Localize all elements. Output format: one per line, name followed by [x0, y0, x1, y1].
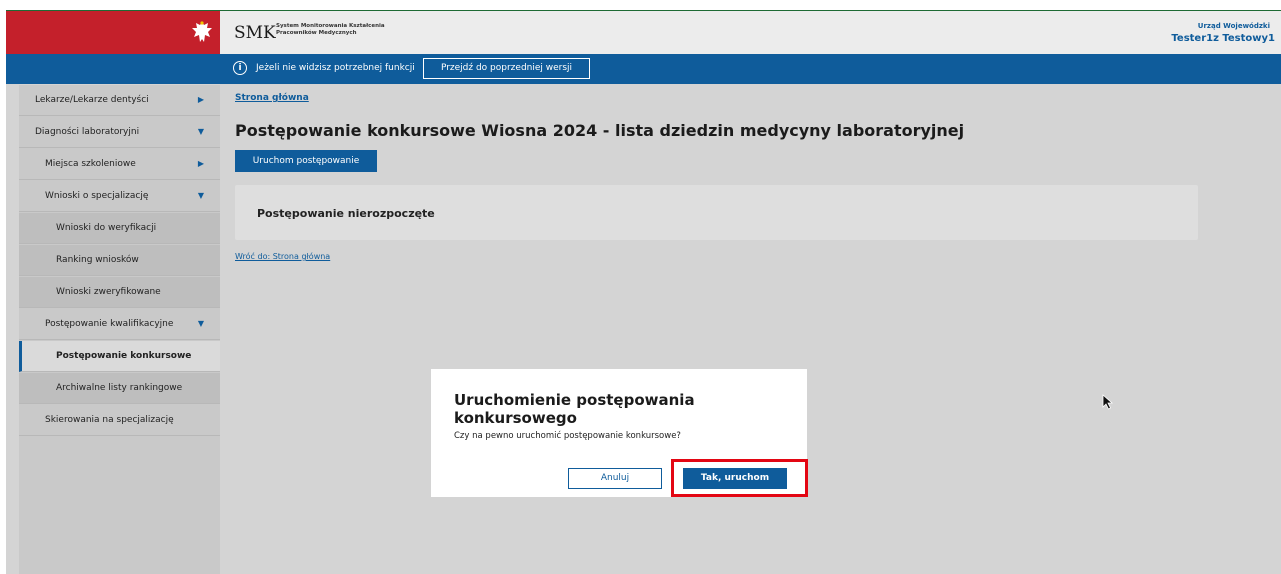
- app-frame: SMK System Monitorowania Kształcenia Pra…: [6, 10, 1281, 574]
- user-name[interactable]: Tester1z Testowy1: [1171, 33, 1275, 44]
- sidebar: Lekarze/Lekarze dentyści ▶ Diagności lab…: [19, 85, 220, 574]
- info-bar: i Jeżeli nie widzisz potrzebnej funkcji …: [6, 54, 1281, 84]
- sidebar-item-kwalifikacyjne[interactable]: Postępowanie kwalifikacyjne ▼: [19, 309, 220, 340]
- chevron-right-icon: ▶: [197, 95, 204, 104]
- sidebar-item-wnioski-do-weryfikacji[interactable]: Wnioski do weryfikacji: [19, 213, 220, 244]
- sidebar-item-skierowania[interactable]: Skierowania na specjalizację: [19, 405, 220, 436]
- status-panel: Postępowanie nierozpoczęte: [235, 185, 1198, 240]
- panel-title: Postępowanie nierozpoczęte: [257, 207, 435, 220]
- sidebar-item-konkursowe[interactable]: Postępowanie konkursowe: [19, 341, 220, 372]
- sidebar-item-ranking[interactable]: Ranking wniosków: [19, 245, 220, 276]
- dialog-text: Czy na pewno uruchomić postępowanie konk…: [454, 431, 681, 441]
- cancel-button[interactable]: Anuluj: [568, 468, 662, 489]
- sidebar-item-archiwalne[interactable]: Archiwalne listy rankingowe: [19, 373, 220, 404]
- main-content: [220, 84, 1281, 574]
- top-header: SMK System Monitorowania Kształcenia Pra…: [6, 10, 1281, 55]
- sidebar-item-lekarze[interactable]: Lekarze/Lekarze dentyści ▶: [19, 85, 220, 116]
- dialog-title: Uruchomienie postępowania konkursowego: [454, 391, 695, 427]
- organization-name: Urząd Wojewódzki: [1197, 22, 1270, 30]
- previous-version-button[interactable]: Przejdź do poprzedniej wersji: [423, 58, 590, 79]
- smk-logo-subtitle: System Monitorowania Kształcenia Pracown…: [276, 23, 385, 36]
- flag-banner: [6, 11, 220, 55]
- back-link[interactable]: Wróć do: Strona główna: [235, 252, 330, 261]
- info-text: Jeżeli nie widzisz potrzebnej funkcji: [256, 63, 415, 73]
- chevron-down-icon: ▼: [197, 127, 204, 136]
- sidebar-item-zweryfikowane[interactable]: Wnioski zweryfikowane: [19, 277, 220, 308]
- mouse-cursor-icon: [1102, 394, 1114, 410]
- sidebar-item-diagnosci[interactable]: Diagności laboratoryjni ▼: [19, 117, 220, 148]
- page-title: Postępowanie konkursowe Wiosna 2024 - li…: [235, 121, 965, 140]
- smk-logo[interactable]: SMK: [234, 23, 276, 43]
- chevron-down-icon: ▼: [197, 191, 204, 200]
- breadcrumb[interactable]: Strona główna: [235, 93, 309, 103]
- sidebar-item-miejsca[interactable]: Miejsca szkoleniowe ▶: [19, 149, 220, 180]
- eagle-emblem-icon: [192, 21, 212, 42]
- run-procedure-button[interactable]: Uruchom postępowanie: [235, 150, 377, 172]
- sidebar-item-wnioski[interactable]: Wnioski o specjalizację ▼: [19, 181, 220, 212]
- info-icon: i: [233, 61, 247, 75]
- highlight-box: [671, 459, 808, 497]
- chevron-down-icon: ▼: [197, 319, 204, 328]
- chevron-right-icon: ▶: [197, 159, 204, 168]
